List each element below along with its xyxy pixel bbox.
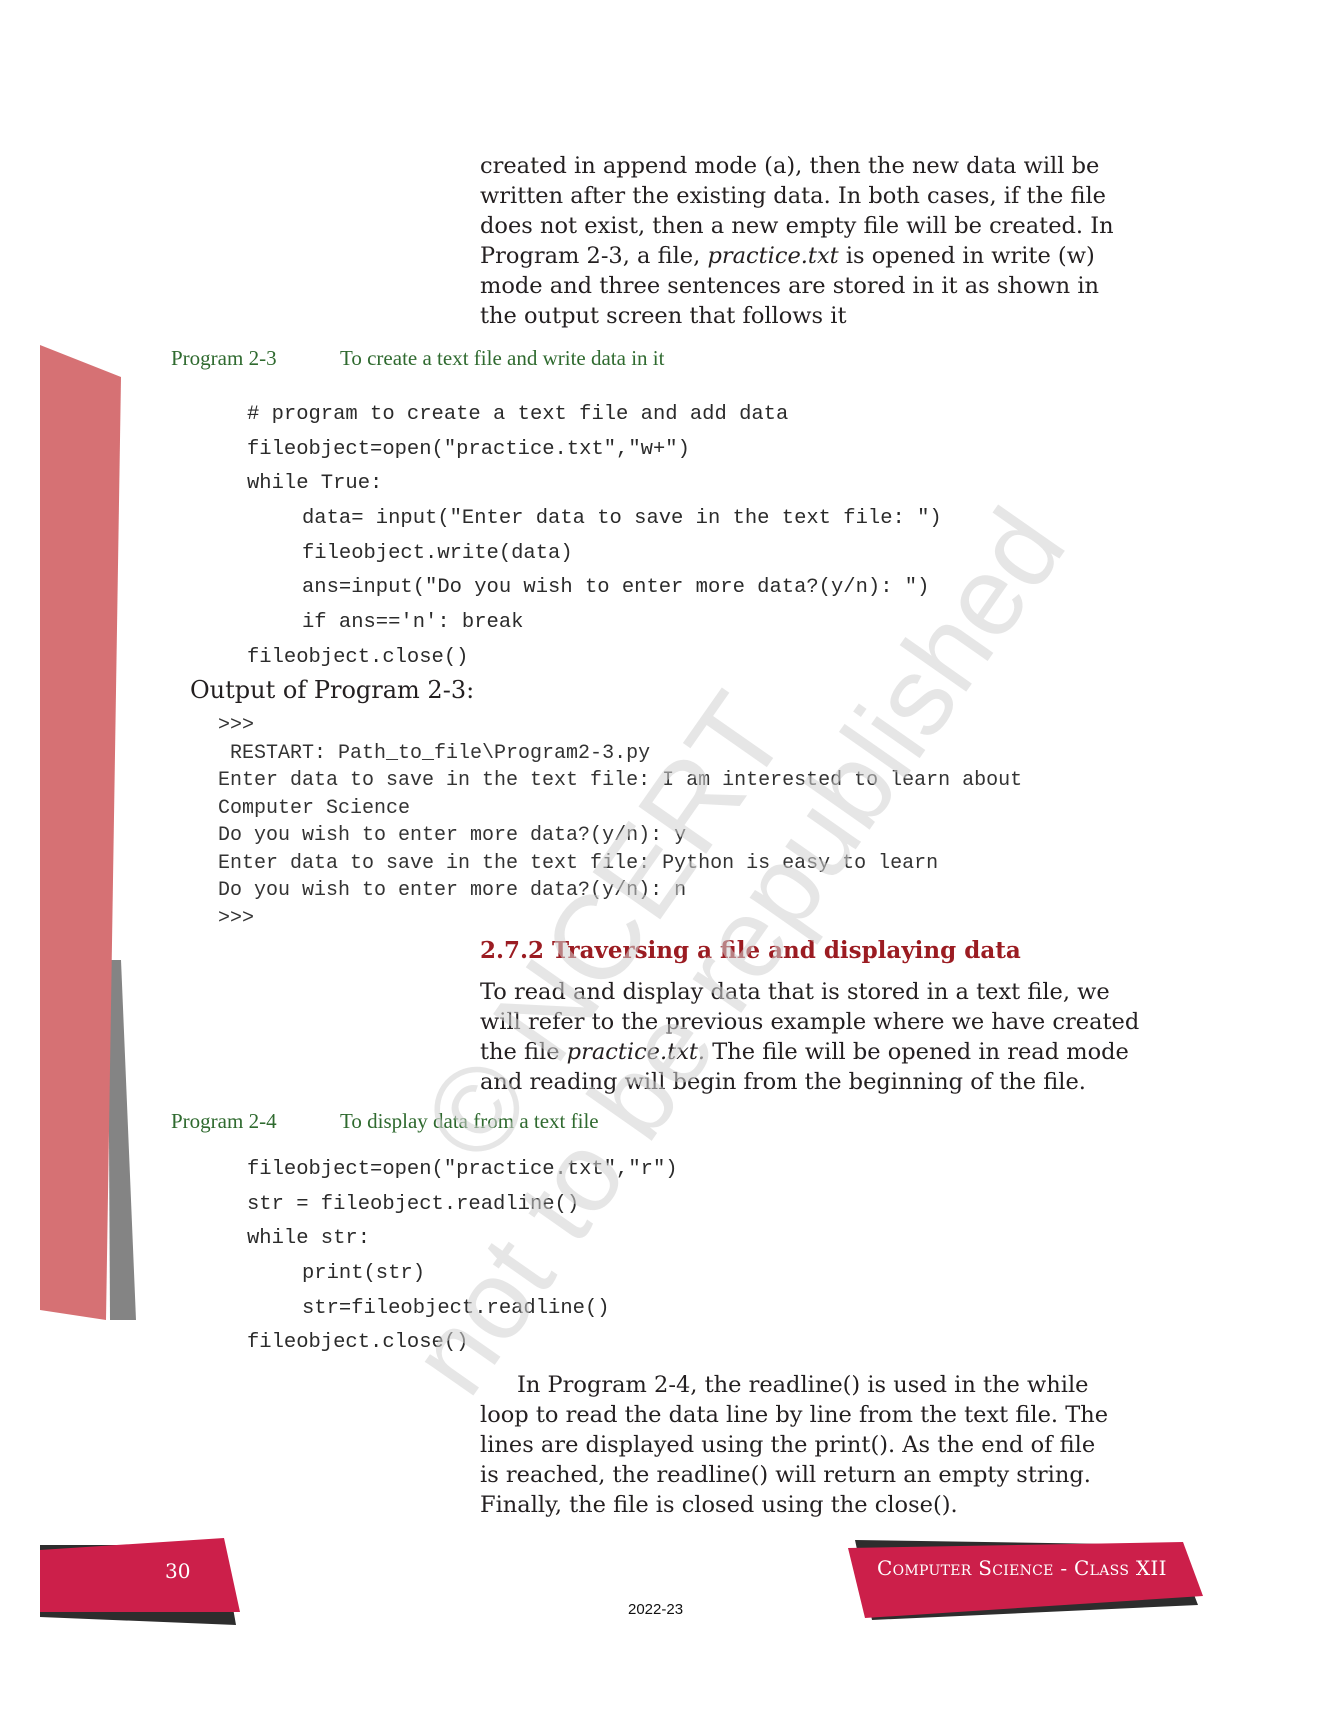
section-paragraph: To read and display data that is stored … bbox=[480, 977, 1157, 1097]
code-line: str = fileobject.readline() bbox=[247, 1192, 580, 1216]
para-line: and reading will begin from the beginnin… bbox=[480, 1069, 1086, 1095]
program-2-3-output: >>> RESTART: Path_to_file\Program2-3.py E… bbox=[218, 712, 1022, 932]
output-line: >>> bbox=[218, 906, 255, 930]
code-line: str=fileobject.readline() bbox=[302, 1296, 610, 1320]
para-text: the file bbox=[480, 1039, 567, 1065]
program-2-3-caption: Program 2-3 To create a text file and wri… bbox=[171, 346, 664, 371]
output-line: Do you wish to enter more data?(y/n): n bbox=[218, 879, 687, 902]
page-number: 30 bbox=[165, 1559, 191, 1583]
para-line: written after the existing data. In both… bbox=[480, 183, 1106, 209]
code-line: # program to create a text file and add … bbox=[247, 403, 789, 426]
para-line: To read and display data that is stored … bbox=[480, 979, 1110, 1005]
para-text: is opened in write (w) bbox=[838, 243, 1095, 269]
code-line: fileobject.close() bbox=[247, 1331, 469, 1355]
output-title: Output of Program 2-3: bbox=[190, 676, 475, 704]
book-title: Computer Science - Class XII bbox=[877, 1556, 1167, 1580]
explanation-paragraph: In Program 2-4, the readline() is used i… bbox=[480, 1370, 1157, 1520]
section-heading: 2.7.2 Traversing a file and displaying d… bbox=[480, 937, 1021, 964]
code-line: fileobject=open("practice.txt","r") bbox=[247, 1158, 678, 1181]
para-line: the output screen that follows it bbox=[480, 303, 847, 329]
edition-year: 2022-23 bbox=[628, 1601, 684, 1618]
footer-left-banner bbox=[40, 1538, 240, 1612]
code-line: print(str) bbox=[302, 1262, 426, 1286]
side-ribbon-pink bbox=[40, 345, 121, 1320]
code-line: if ans=='n': break bbox=[302, 611, 524, 635]
code-line: fileobject.write(data) bbox=[302, 541, 573, 565]
para-line: In Program 2-4, the readline() is used i… bbox=[517, 1372, 1089, 1398]
para-line: does not exist, then a new empty file wi… bbox=[480, 213, 1114, 239]
code-line: fileobject.close() bbox=[247, 645, 469, 669]
para-text: The file will be opened in read mode bbox=[705, 1039, 1129, 1065]
output-line: >>> bbox=[218, 714, 255, 737]
program-number: Program 2-3 bbox=[171, 346, 277, 370]
para-text: Program 2-3, a file, bbox=[480, 243, 708, 269]
code-line: data= input("Enter data to save in the t… bbox=[302, 507, 942, 531]
output-line: RESTART: Path_to_file\Program2-3.py bbox=[218, 741, 651, 765]
program-title: To display data from a text file bbox=[340, 1109, 599, 1133]
code-line: fileobject=open("practice.txt","w+") bbox=[247, 437, 690, 461]
para-line: mode and three sentences are stored in i… bbox=[480, 273, 1100, 299]
program-number: Program 2-4 bbox=[171, 1109, 277, 1133]
intro-paragraph: created in append mode (a), then the new… bbox=[480, 151, 1157, 331]
output-line: Do you wish to enter more data?(y/n): y bbox=[218, 824, 687, 847]
para-line: is reached, the readline() will return a… bbox=[480, 1462, 1091, 1488]
para-line: created in append mode (a), then the new… bbox=[480, 153, 1100, 179]
code-line: ans=input("Do you wish to enter more dat… bbox=[302, 576, 930, 600]
program-2-4-caption: Program 2-4 To display data from a text f… bbox=[171, 1109, 599, 1134]
output-line: Computer Science bbox=[218, 796, 411, 820]
side-ribbon-gray bbox=[108, 960, 136, 1320]
para-line: lines are displayed using the print(). A… bbox=[480, 1432, 1096, 1458]
para-line: Program 2-3, a file, practice.txt is ope… bbox=[480, 241, 1157, 271]
output-line: Enter data to save in the text file: I a… bbox=[218, 769, 1023, 792]
para-line: loop to read the data line by line from … bbox=[480, 1402, 1109, 1428]
program-2-3-code: # program to create a text file and add … bbox=[247, 398, 942, 676]
filename-italic: practice.txt bbox=[707, 243, 839, 269]
code-line: while True: bbox=[247, 472, 383, 496]
para-line: the file practice.txt. The file will be … bbox=[480, 1037, 1157, 1067]
para-line: Finally, the file is closed using the cl… bbox=[480, 1492, 958, 1518]
program-2-4-code: fileobject=open("practice.txt","r") str =… bbox=[247, 1153, 678, 1361]
para-line: will refer to the previous example where… bbox=[480, 1009, 1140, 1035]
code-line: while str: bbox=[247, 1227, 371, 1251]
program-title: To create a text file and write data in … bbox=[340, 346, 665, 370]
output-line: Enter data to save in the text file: Pyt… bbox=[218, 851, 939, 875]
filename-italic: practice.txt. bbox=[566, 1039, 706, 1065]
